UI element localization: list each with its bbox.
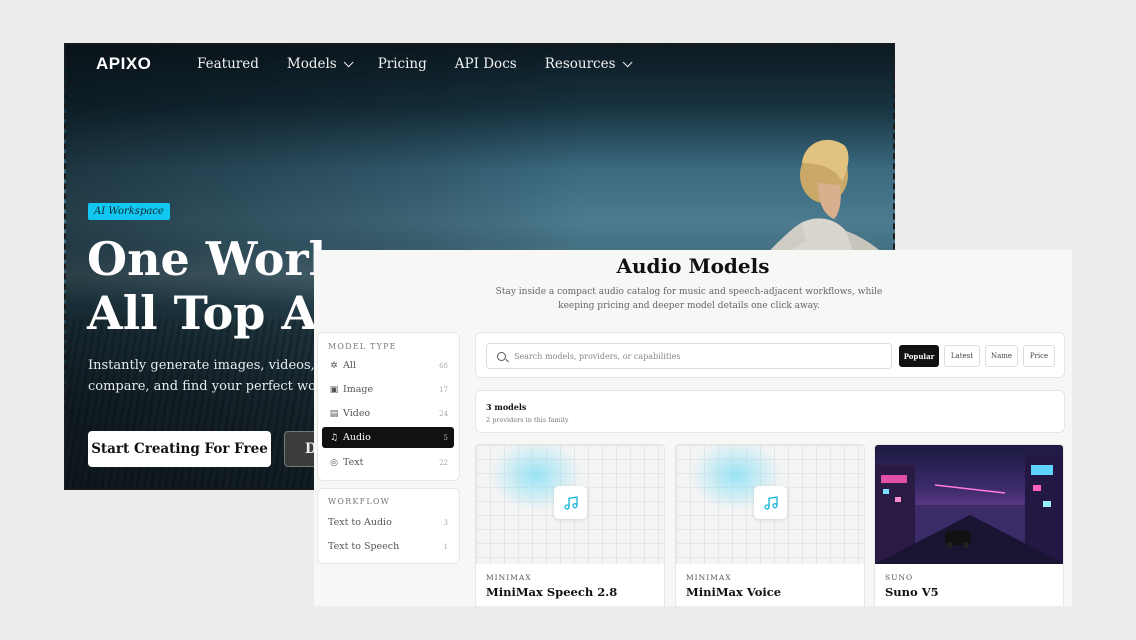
model-type-heading: MODEL TYPE [328,342,397,351]
result-providers: 2 providers in this family [486,416,569,424]
filter-image-label: Image [343,384,374,395]
search-input[interactable] [514,351,874,361]
hero-headline-line2: All Top AI [87,286,339,340]
sort-popular-button[interactable]: Popular [899,345,939,367]
workflow-text-to-speech-label: Text to Speech [328,541,400,552]
sparkle-icon: ✲ [330,360,338,371]
nav-api-docs-label: API Docs [454,56,517,72]
workflow-text-to-speech-count: 1 [443,542,448,551]
image-icon: ▣ [329,384,339,395]
chevron-down-icon [343,56,354,67]
chevron-down-icon [622,56,633,67]
workflow-text-to-speech[interactable]: Text to Speech 1 [322,536,454,557]
video-icon: ▤ [329,408,339,419]
music-note-icon [554,486,587,519]
model-thumbnail [676,445,864,564]
nav-api-docs[interactable]: API Docs [455,56,517,72]
nav-models-label: Models [286,56,337,72]
filter-text[interactable]: ◎ Text 22 [322,452,454,473]
model-name: MiniMax Speech 2.8 [486,585,618,599]
sort-latest-button[interactable]: Latest [944,345,980,367]
model-type-filter: MODEL TYPE ✲ All 68 ▣ Image 17 ▤ Video 2… [317,332,460,481]
sort-price-button[interactable]: Price [1023,345,1055,367]
filter-all[interactable]: ✲ All 68 [322,355,454,376]
workflow-text-to-audio[interactable]: Text to Audio 3 [322,512,454,533]
neon-city-image [875,445,1063,564]
search-box[interactable] [486,343,892,369]
filter-video-count: 24 [439,409,448,418]
filter-audio[interactable]: ♫ Audio 5 [322,427,454,448]
text-icon: ◎ [330,457,338,468]
filter-all-count: 68 [439,361,448,370]
filter-image-count: 17 [439,385,448,394]
model-card[interactable]: MINIMAX MiniMax Speech 2.8 [475,444,665,606]
model-name: Suno V5 [885,585,939,599]
sort-name-button[interactable]: Name [985,345,1018,367]
model-thumbnail [476,445,664,564]
nav-featured-label: Featured [197,56,259,72]
workflow-heading: WORKFLOW [328,497,391,506]
ai-workspace-badge: AI Workspace [88,203,170,220]
filter-video[interactable]: ▤ Video 24 [322,403,454,424]
music-note-icon [754,486,787,519]
model-name: MiniMax Voice [686,585,782,599]
catalog-toolbar: Popular Latest Name Price [475,332,1065,378]
model-provider: SUNO [885,573,914,582]
start-creating-button[interactable]: Start Creating For Free [88,431,271,467]
filter-audio-count: 5 [443,433,448,442]
filter-text-count: 22 [439,458,448,467]
nav-pricing[interactable]: Pricing [378,56,427,72]
page-title: Audio Models [616,254,770,278]
result-count: 3 models [486,402,527,412]
nav-resources[interactable]: Resources [544,56,633,72]
search-icon [497,351,506,361]
filter-video-label: Video [343,408,371,419]
results-summary: 3 models 2 providers in this family [475,390,1065,433]
music-note-icon: ♫ [329,432,339,443]
filter-all-label: All [343,360,356,371]
workflow-filter: WORKFLOW Text to Audio 3 Text to Speech … [317,488,460,564]
workflow-text-to-audio-count: 3 [443,518,448,527]
model-card[interactable]: MINIMAX MiniMax Voice [675,444,865,606]
model-provider: MINIMAX [486,573,532,582]
nav-models[interactable]: Models [286,56,354,72]
workflow-text-to-audio-label: Text to Audio [328,517,392,528]
main-nav: Featured Models Pricing API Docs Resourc… [197,56,633,72]
hero-headline: One Work All Top AI [87,232,341,340]
hero-headline-line1: One Work [87,232,341,286]
filter-image[interactable]: ▣ Image 17 [322,379,454,400]
nav-pricing-label: Pricing [377,56,427,72]
logo[interactable]: APIXO [96,54,151,74]
filter-audio-label: Audio [343,432,371,443]
nav-featured[interactable]: Featured [197,56,259,72]
nav-resources-label: Resources [544,56,616,72]
model-card[interactable]: SUNO Suno V5 [874,444,1064,606]
model-provider: MINIMAX [686,573,732,582]
audio-models-window: Audio Models Stay inside a compact audio… [314,250,1072,606]
filter-text-label: Text [343,457,364,468]
page-subtitle: Stay inside a compact audio catalog for … [495,287,883,311]
